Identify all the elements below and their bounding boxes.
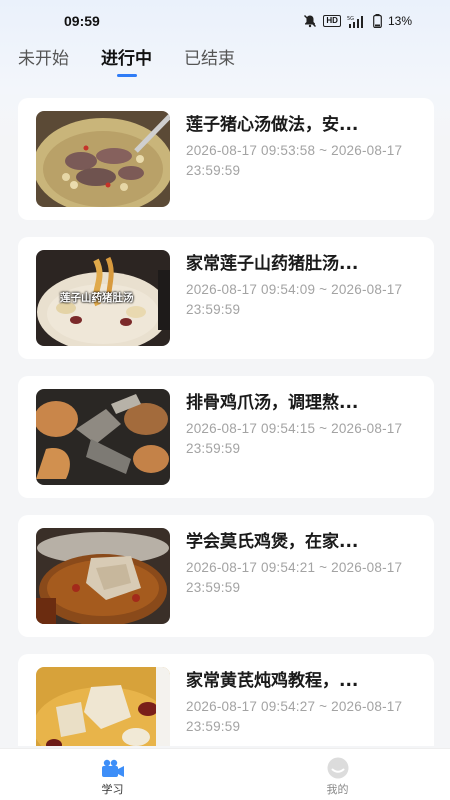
status-tabs: 未开始 进行中 已结束: [18, 44, 235, 77]
status-bar: 09:59 HD 5G 13%: [0, 0, 450, 42]
course-title: 排骨鸡爪汤，调理熬...: [186, 393, 359, 413]
course-time: 2026-08-17 09:54:15 ~ 2026-08-17 23:59:5…: [186, 421, 403, 456]
battery-level: 13%: [387, 14, 412, 28]
nav-study-label: 学习: [101, 783, 124, 796]
course-title: 莲子猪心汤做法，安...: [186, 115, 359, 135]
5g-signal-icon: 5G: [347, 15, 367, 28]
chicken-pot-image: [36, 528, 170, 624]
bottom-nav: 学习 我的: [0, 748, 450, 800]
status-time: 09:59: [64, 13, 100, 29]
tab-not-started[interactable]: 未开始: [18, 44, 69, 77]
svg-text:5G: 5G: [347, 16, 354, 22]
thumb-caption: 莲子山药猪肚汤: [60, 292, 134, 304]
tab-in-progress[interactable]: 进行中: [101, 44, 152, 77]
video-camera-icon: [101, 759, 124, 777]
course-card[interactable]: 莲子山药猪肚汤 家常莲子山药猪肚汤... 2026-08-17 09:54:09…: [18, 237, 434, 359]
hd-icon: HD: [323, 15, 341, 27]
nav-mine-label: 我的: [326, 783, 349, 796]
course-list: 莲子猪心汤做法，安... 2026-08-17 09:53:58 ~ 2026-…: [18, 98, 434, 746]
mute-icon: [303, 14, 317, 28]
tab-finished[interactable]: 已结束: [184, 44, 235, 77]
battery-icon: [373, 14, 382, 28]
chicken-feet-image: [36, 389, 170, 485]
course-title: 家常莲子山药猪肚汤...: [186, 254, 359, 274]
course-time: 2026-08-17 09:54:09 ~ 2026-08-17 23:59:5…: [186, 282, 403, 317]
stewed-chicken-image: [36, 667, 170, 746]
course-time: 2026-08-17 09:54:27 ~ 2026-08-17 23:59:5…: [186, 699, 403, 734]
course-title: 家常黄芪炖鸡教程，...: [186, 671, 359, 691]
course-card[interactable]: 学会莫氏鸡煲，在家... 2026-08-17 09:54:21 ~ 2026-…: [18, 515, 434, 637]
course-card[interactable]: 排骨鸡爪汤，调理熬... 2026-08-17 09:54:15 ~ 2026-…: [18, 376, 434, 498]
course-card[interactable]: 家常黄芪炖鸡教程，... 2026-08-17 09:54:27 ~ 2026-…: [18, 654, 434, 746]
nav-mine[interactable]: 我的: [225, 749, 450, 800]
profile-icon: [327, 757, 348, 779]
course-card[interactable]: 莲子猪心汤做法，安... 2026-08-17 09:53:58 ~ 2026-…: [18, 98, 434, 220]
status-icons: HD 5G 13%: [303, 14, 412, 28]
soup-image: 莲子山药猪肚汤: [36, 250, 170, 346]
course-time: 2026-08-17 09:54:21 ~ 2026-08-17 23:59:5…: [186, 560, 403, 595]
soup-image: [36, 111, 170, 207]
course-title: 学会莫氏鸡煲，在家...: [186, 532, 359, 552]
nav-study[interactable]: 学习: [0, 749, 225, 800]
course-time: 2026-08-17 09:53:58 ~ 2026-08-17 23:59:5…: [186, 143, 403, 178]
